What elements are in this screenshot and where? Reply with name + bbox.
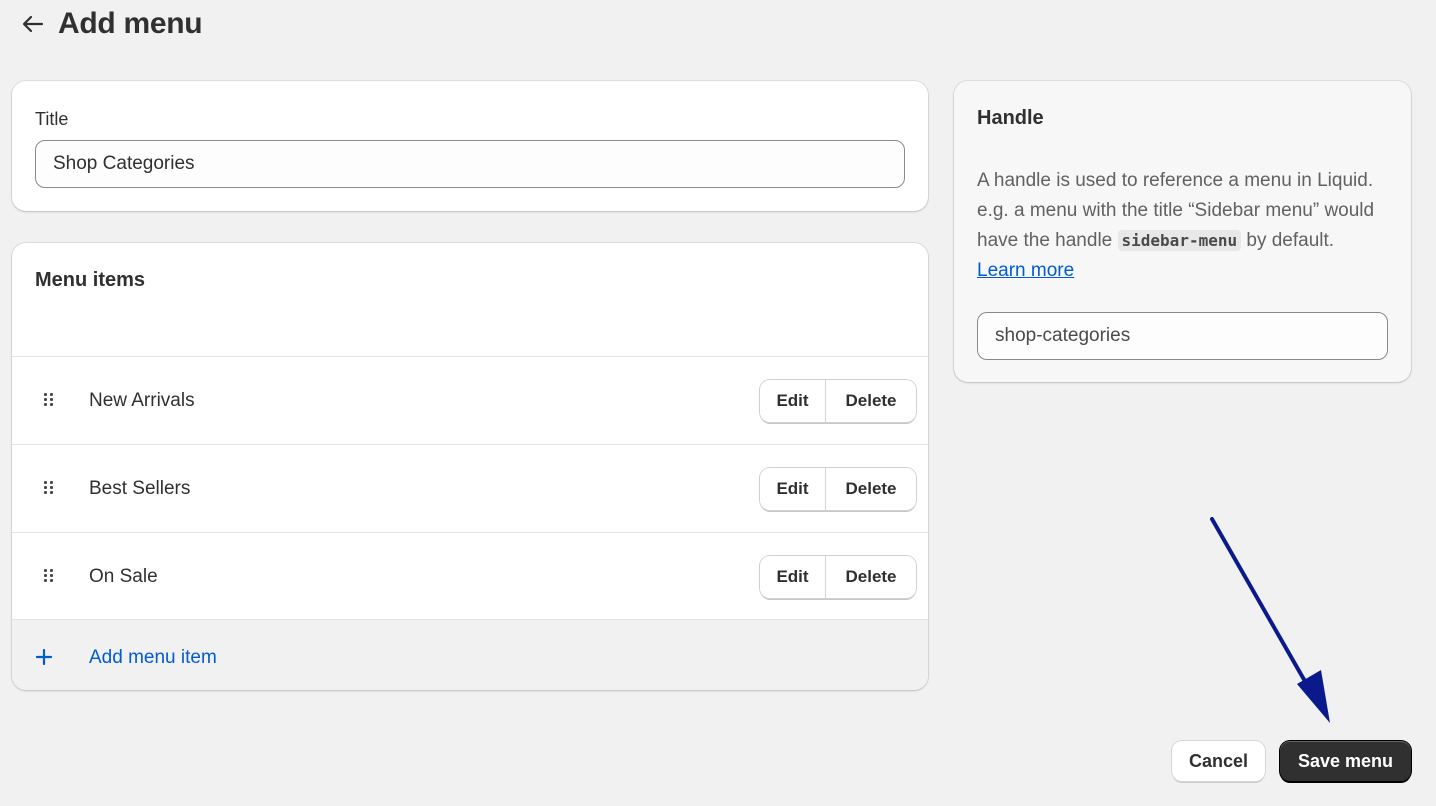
handle-input[interactable]: shop-categories (977, 312, 1388, 360)
handle-description: A handle is used to reference a menu in … (977, 166, 1387, 286)
menu-item-actions: Edit Delete (760, 379, 916, 422)
drag-handle-icon[interactable] (44, 480, 56, 497)
add-menu-item-row[interactable]: Add menu item (12, 619, 928, 690)
page-title: Add menu (58, 7, 203, 40)
handle-description-suffix: by default. (1241, 230, 1335, 251)
back-button[interactable] (20, 11, 46, 37)
menu-items-heading: Menu items (35, 269, 146, 291)
menu-item-label: New Arrivals (89, 389, 195, 411)
handle-code-example: sidebar-menu (1117, 230, 1242, 251)
menu-item-label: On Sale (89, 565, 158, 587)
drag-handle-icon[interactable] (44, 392, 56, 409)
menu-items-list: New Arrivals Edit Delete Best Sellers Ed… (12, 356, 928, 620)
title-card: Title Shop Categories (12, 81, 928, 211)
add-menu-page: Add menu Title Shop Categories Menu item… (0, 0, 1436, 806)
learn-more-link[interactable]: Learn more (977, 260, 1074, 281)
menu-item-label: Best Sellers (89, 477, 191, 499)
cancel-button[interactable]: Cancel (1172, 741, 1265, 781)
drag-handle-icon[interactable] (44, 568, 56, 585)
edit-button[interactable]: Edit (760, 555, 826, 598)
title-label: Title (35, 109, 69, 129)
add-menu-item-link[interactable]: Add menu item (89, 647, 217, 669)
save-menu-button[interactable]: Save menu (1280, 741, 1411, 781)
title-input[interactable]: Shop Categories (35, 140, 905, 188)
menu-items-card: Menu items New Arrivals Edit Delete Best… (12, 243, 928, 690)
page-header: Add menu (20, 4, 203, 44)
menu-item-row: New Arrivals Edit Delete (12, 356, 928, 444)
delete-button[interactable]: Delete (826, 555, 916, 598)
edit-button[interactable]: Edit (760, 467, 826, 510)
menu-item-actions: Edit Delete (760, 555, 916, 598)
arrow-left-icon (22, 15, 44, 33)
menu-item-row: Best Sellers Edit Delete (12, 444, 928, 532)
handle-heading: Handle (977, 107, 1044, 129)
plus-icon[interactable] (36, 649, 52, 665)
menu-item-actions: Edit Delete (760, 467, 916, 510)
edit-button[interactable]: Edit (760, 379, 826, 422)
handle-card: Handle A handle is used to reference a m… (954, 81, 1411, 382)
menu-item-row: On Sale Edit Delete (12, 532, 928, 620)
delete-button[interactable]: Delete (826, 379, 916, 422)
delete-button[interactable]: Delete (826, 467, 916, 510)
